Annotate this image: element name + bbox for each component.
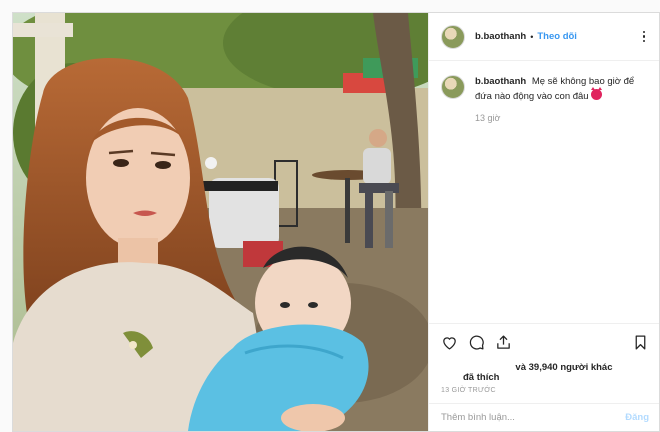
relative-time[interactable]: 13 giờ [475, 113, 659, 123]
action-bar: đã thích và 39,940 người khác 13 GIỜ TRƯ… [429, 323, 659, 394]
comment-box: Đăng [429, 403, 659, 431]
post-timestamp[interactable]: 13 GIỜ TRƯỚC [441, 387, 649, 394]
caption-body: b.baothanh Mẹ sẽ không bao giờ để đứa nà… [475, 75, 649, 104]
heart-icon[interactable] [441, 334, 458, 351]
photo-illustration [13, 13, 428, 431]
comment-input[interactable] [441, 412, 626, 423]
caption-username[interactable]: b.baothanh [475, 76, 526, 87]
comment-icon[interactable] [468, 334, 485, 351]
avatar[interactable] [441, 24, 465, 49]
post-header: b.baothanh • Theo dõi [429, 13, 659, 61]
share-icon[interactable] [495, 334, 512, 351]
follow-button[interactable]: Theo dõi [537, 31, 577, 42]
username-link[interactable]: b.baothanh [475, 31, 526, 42]
more-options-icon[interactable] [639, 30, 649, 43]
devil-face-icon [591, 87, 603, 100]
likes-line: đã thích và 39,940 người khác [441, 362, 649, 383]
post-comment-button[interactable]: Đăng [625, 412, 649, 423]
caption-avatar[interactable] [441, 75, 465, 99]
separator-dot: • [530, 31, 534, 42]
likes-count[interactable]: và 39,940 người khác [515, 362, 612, 383]
post-photo[interactable] [13, 13, 428, 431]
post-details-panel: b.baothanh • Theo dõi b.baothanh Mẹ sẽ k… [428, 13, 659, 431]
bookmark-icon[interactable] [632, 334, 649, 351]
likes-prefix: đã thích [463, 372, 500, 383]
post-modal: b.baothanh • Theo dõi b.baothanh Mẹ sẽ k… [12, 12, 660, 432]
caption: b.baothanh Mẹ sẽ không bao giờ để đứa nà… [429, 61, 659, 104]
